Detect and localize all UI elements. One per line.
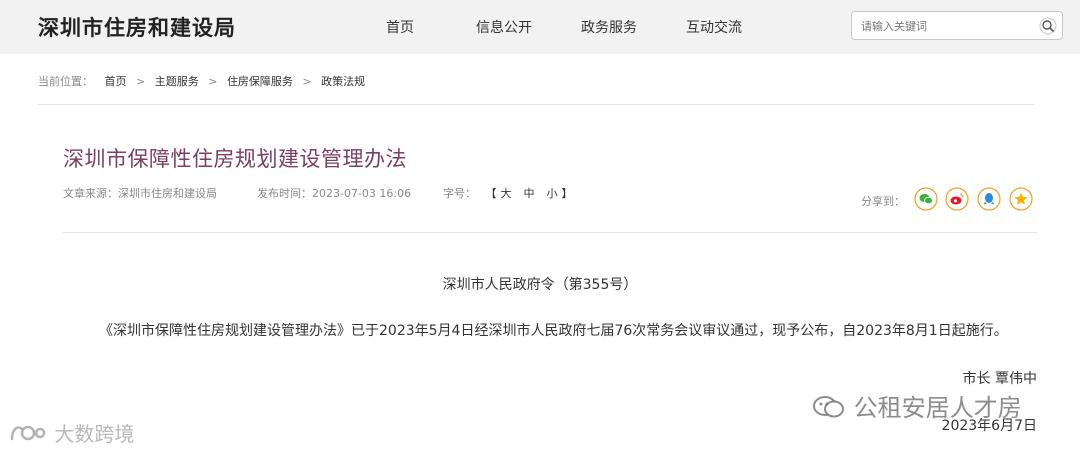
search-box: [851, 11, 1063, 40]
qq-icon[interactable]: [977, 187, 1001, 211]
nav-item-interaction[interactable]: 互动交流: [686, 17, 742, 37]
qzone-icon[interactable]: [1009, 187, 1033, 211]
wechat-icon[interactable]: [914, 187, 938, 211]
decree-title: 深圳市人民政府令（第355号）: [442, 277, 638, 293]
source-value: 深圳市住房和建设局: [118, 187, 217, 200]
font-size-bracket-open: 【: [485, 187, 497, 200]
brand-logo-icon: [8, 421, 48, 450]
site-title[interactable]: 深圳市住房和建设局: [38, 12, 236, 42]
article-source: 文章来源：深圳市住房和建设局: [63, 185, 217, 201]
watermark-left-text: 大数跨境: [54, 422, 135, 446]
weibo-icon[interactable]: [945, 187, 969, 211]
font-size-label: 字号：: [443, 187, 476, 200]
breadcrumb-item-housing-security[interactable]: 住房保障服务: [227, 75, 293, 88]
publish-label: 发布时间：: [257, 187, 312, 200]
breadcrumb-item-home[interactable]: 首页: [105, 75, 127, 88]
font-size-small-button[interactable]: 小: [547, 187, 558, 200]
wechat-official-account-icon: [812, 394, 846, 426]
article-publish-time: 发布时间：2023-07-03 16:06: [257, 185, 411, 201]
decree-paragraph: 《深圳市保障性住房规划建设管理办法》已于2023年5月4日经深圳市人民政府七届7…: [99, 323, 1008, 339]
share-label: 分享到：: [861, 195, 905, 208]
breadcrumb: 当前位置： 首页 > 主题服务 > 住房保障服务 > 政策法规: [38, 73, 365, 89]
nav-item-info-disclosure[interactable]: 信息公开: [476, 17, 532, 37]
top-header: 深圳市住房和建设局 首页 信息公开 政务服务 互动交流: [0, 0, 1080, 54]
breadcrumb-separator: >: [302, 75, 312, 88]
divider: [38, 104, 1034, 105]
breadcrumb-separator: >: [136, 75, 146, 88]
divider: [63, 232, 1037, 233]
search-icon[interactable]: [1039, 17, 1057, 35]
watermark-right-text: 公租安居人才房: [853, 394, 1022, 422]
publish-value: 2023-07-03 16:06: [312, 187, 412, 200]
breadcrumb-prefix: 当前位置：: [38, 75, 93, 88]
search-input[interactable]: [861, 18, 1031, 34]
watermark-left: 大数跨境: [8, 418, 134, 450]
source-label: 文章来源：: [63, 187, 118, 200]
breadcrumb-separator: >: [208, 75, 218, 88]
signer: 市长 覃伟中: [962, 371, 1037, 387]
breadcrumb-item-policies[interactable]: 政策法规: [321, 75, 365, 88]
breadcrumb-item-topic-services[interactable]: 主题服务: [155, 75, 199, 88]
font-size-control: 字号： 【大中小】: [443, 185, 573, 201]
font-size-bracket-close: 】: [561, 187, 573, 200]
nav-item-home[interactable]: 首页: [386, 17, 414, 37]
font-size-large-button[interactable]: 大: [501, 187, 512, 200]
font-size-medium-button[interactable]: 中: [524, 187, 535, 200]
article-title: 深圳市保障性住房规划建设管理办法: [63, 147, 407, 171]
nav-item-government-services[interactable]: 政务服务: [581, 17, 637, 37]
watermark-right: 公租安居人才房: [812, 388, 1022, 426]
